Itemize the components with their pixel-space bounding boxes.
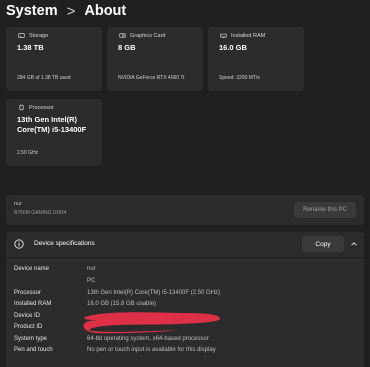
info-icon: [14, 239, 24, 249]
graphics-card-card[interactable]: Graphics Card 8 GB NVIDIA GeForce RTX 40…: [107, 27, 203, 91]
ram-card[interactable]: Installed RAM 16.0 GB Speed: 3200 MT/s: [208, 27, 304, 91]
device-specifications-panel: Device specifications Copy Device name n…: [6, 232, 364, 367]
ram-value: 16.0 GB: [219, 43, 247, 52]
processor-label: Processor: [29, 105, 54, 111]
specs-divider: [6, 257, 364, 258]
spec-row-pen-and-touch: Pen and touch No pen or touch input is a…: [14, 347, 370, 358]
graphics-card-label: Graphics Card: [130, 33, 166, 39]
storage-value: 1.38 TB: [17, 43, 44, 52]
spec-row-device-name-alt: PC: [14, 278, 370, 289]
breadcrumb-parent[interactable]: System: [6, 3, 58, 19]
spec-row-system-type: System type 64-bit operating system, x64…: [14, 336, 370, 347]
processor-value: 13th Gen Intel(R) Core(TM) i5-13400F: [17, 115, 97, 135]
chevron-up-icon[interactable]: [350, 240, 358, 248]
device-specifications-header[interactable]: Device specifications Copy: [6, 232, 364, 256]
processor-icon: [19, 104, 24, 111]
spec-value: nur: [87, 266, 96, 272]
ram-detail: Speed: 3200 MT/s: [219, 75, 260, 81]
storage-detail: 284 GB of 1.38 TB used: [17, 75, 71, 81]
copy-button[interactable]: Copy: [302, 236, 344, 252]
device-name-panel: nur B760M GAMING DDR4 Rename this PC: [6, 195, 364, 225]
device-model: B760M GAMING DDR4: [14, 210, 67, 216]
breadcrumb: System > About: [6, 0, 126, 22]
graphics-card-detail: NVIDIA GeForce RTX 4060 Ti: [118, 75, 185, 81]
storage-label: Storage: [29, 33, 49, 39]
processor-detail: 2.50 GHz: [17, 150, 39, 156]
spec-key: Device ID: [14, 313, 41, 319]
rename-pc-button[interactable]: Rename this PC: [294, 202, 356, 218]
device-name: nur: [14, 201, 22, 207]
breadcrumb-separator: >: [66, 2, 76, 20]
page-title: About: [84, 3, 127, 19]
device-specifications-title: Device specifications: [34, 240, 95, 247]
about-page: System > About Storage 1.38 TB 284 GB of…: [0, 0, 370, 367]
spec-value: 13th Gen Intel(R) Core(TM) i5-13400F (2.…: [87, 290, 221, 296]
graphics-card-icon: [119, 33, 126, 38]
spec-value: No pen or touch input is available for t…: [87, 347, 216, 353]
spec-key: System type: [14, 336, 48, 342]
spec-value: 64-bit operating system, x64-based proce…: [87, 336, 209, 342]
spec-key: Device name: [14, 266, 50, 272]
processor-value-line2: Core(TM) i5-13400F: [17, 125, 87, 134]
spec-value: PC: [87, 278, 96, 284]
processor-card[interactable]: Processor 13th Gen Intel(R) Core(TM) i5-…: [6, 99, 102, 166]
spec-key: Product ID: [14, 324, 43, 330]
ram-label: Installed RAM: [231, 33, 266, 39]
spec-key: Processor: [14, 290, 42, 296]
spec-row-processor: Processor 13th Gen Intel(R) Core(TM) i5-…: [14, 290, 370, 301]
graphics-card-value: 8 GB: [118, 43, 136, 52]
spec-row-device-name: Device name nur: [14, 266, 370, 277]
ram-icon: [220, 33, 227, 39]
storage-card[interactable]: Storage 1.38 TB 284 GB of 1.38 TB used: [6, 27, 102, 91]
spec-key: Installed RAM: [14, 301, 52, 307]
storage-icon: [18, 33, 25, 38]
redaction-mark: [83, 312, 221, 334]
spec-key: Pen and touch: [14, 347, 53, 353]
processor-value-line1: 13th Gen Intel(R): [17, 115, 78, 124]
spec-value: 16.0 GB (15.8 GB usable): [87, 301, 157, 307]
